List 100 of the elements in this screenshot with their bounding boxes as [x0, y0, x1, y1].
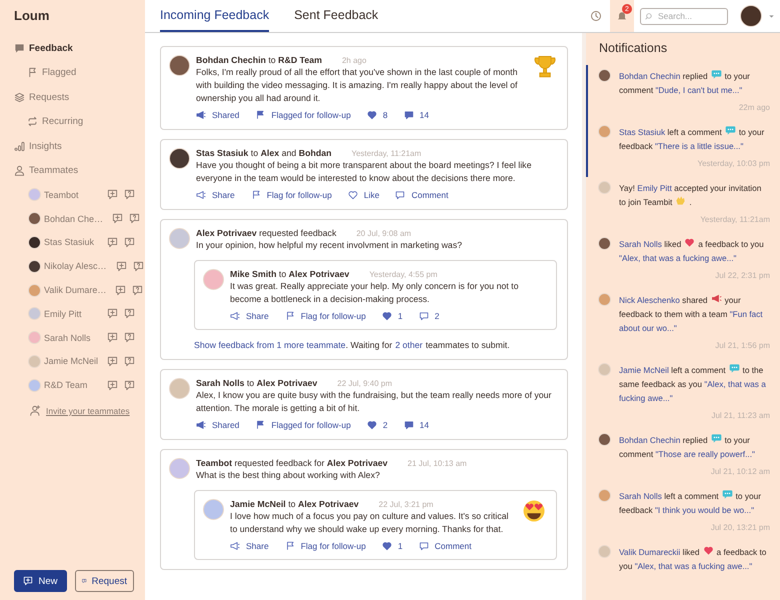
user-avatar[interactable]	[740, 5, 762, 27]
avatar	[203, 269, 224, 290]
feedback-text: What is the best thing about working with Alex?	[196, 469, 381, 482]
share-button[interactable]: Share	[230, 311, 269, 321]
search-icon	[645, 12, 654, 20]
feedback-header: Jamie McNeil to Alex Potrivaev	[230, 499, 359, 509]
tab[interactable]: Incoming Feedback	[160, 0, 270, 32]
feedback-text: I love how much of a focus you pay on culture and values. It's so critical to understand why we should wake up every morning. Thanks for that.	[230, 510, 510, 536]
add-person-icon	[30, 405, 41, 416]
like-button[interactable]: 2	[366, 420, 388, 430]
add-feedback-icon[interactable]	[107, 308, 118, 320]
new-button[interactable]: New	[14, 570, 67, 592]
request-feedback-icon[interactable]	[124, 380, 135, 391]
avatar	[28, 307, 41, 320]
avatar	[598, 181, 611, 194]
add-feedback-icon[interactable]	[115, 284, 126, 296]
share-button[interactable]: Shared	[196, 110, 240, 120]
share-button[interactable]: Share	[230, 541, 269, 551]
request-feedback-icon[interactable]	[124, 236, 135, 248]
comment-button[interactable]: Comment	[418, 541, 472, 551]
notification-item[interactable]: Bohdan Chechin replied to your comment "Those are really powerf..." Jul 21, 10:12 am	[586, 429, 780, 485]
megaphone-icon	[230, 541, 240, 551]
flag-button[interactable]: Flag for follow-up	[284, 311, 366, 321]
search-field[interactable]: Search...	[640, 8, 728, 24]
avatar	[169, 458, 190, 479]
flag-button[interactable]: Flag for follow-up	[284, 541, 366, 551]
timestamp: 22 Jul, 3:21 pm	[378, 500, 434, 509]
heart-icon	[348, 190, 358, 200]
notification-text: Bohdan Chechin replied to your comment "Dude, I can't but me..."	[619, 69, 751, 97]
teammate-name[interactable]: Bohdan Che…	[44, 214, 104, 224]
flag-icon	[27, 67, 38, 78]
timestamp: Yesterday, 10:03 pm	[696, 159, 770, 168]
avatar	[598, 545, 611, 558]
feedback-icon	[14, 42, 25, 54]
add-feedback-icon[interactable]	[116, 260, 127, 272]
like-button[interactable]: Like	[348, 190, 380, 200]
request-feedback-icon[interactable]	[124, 332, 135, 344]
share-button[interactable]: Share	[196, 190, 235, 200]
comment-button[interactable]: 2	[418, 311, 440, 321]
add-feedback-icon[interactable]	[112, 213, 124, 224]
notification-item[interactable]: Jamie McNeil left a comment to the same feedback as you "Alex, that was a fucking awe..." Jul 21, 11:23 am	[586, 359, 780, 429]
share-button[interactable]: Shared	[196, 420, 240, 430]
comment-button[interactable]: 14	[404, 420, 430, 430]
show-more-link[interactable]: 2 other	[395, 340, 423, 350]
feedback-header: Mike Smith to Alex Potrivaev	[230, 269, 350, 279]
clock-icon[interactable]	[590, 10, 602, 22]
speech-bubble-icon	[710, 69, 722, 80]
timestamp: Yesterday, 11:21am	[351, 149, 422, 158]
notification-item[interactable]: Sarah Nolls liked a feedback to you "Alex, that was a fucking awe..." Jul 22, 2:31 pm	[586, 233, 780, 289]
trophy-icon	[533, 55, 557, 79]
notification-item[interactable]: Bohdan Chechin replied to your comment "Dude, I can't but me..." 22m ago	[586, 65, 780, 121]
timestamp: Yesterday, 4:55 pm	[369, 270, 438, 279]
nav-item[interactable]: Feedback	[14, 36, 135, 60]
avatar	[598, 363, 611, 376]
feedback-text: Alex, I know you are quite busy with the fundraising, but the team really needs more of your attention. The morale is getting a bit of hit.	[196, 389, 552, 415]
flag-button[interactable]: Flagged for follow-up	[255, 110, 351, 120]
bar-chart-icon	[14, 140, 25, 152]
request-feedback-icon[interactable]	[124, 356, 136, 367]
request-button[interactable]: Request	[75, 570, 134, 592]
like-button[interactable]: 1	[382, 311, 403, 321]
flag-button[interactable]: Flagged for follow-up	[255, 420, 351, 430]
speech-bubble-icon	[404, 420, 414, 430]
notification-item[interactable]: Valik Dumareckii liked a feedback to you "Alex, that was a fucking awe..."	[586, 541, 780, 582]
request-feedback-icon[interactable]	[124, 189, 135, 200]
avatar	[598, 125, 611, 138]
add-feedback-icon[interactable]	[107, 356, 118, 367]
request-feedback-icon[interactable]	[132, 260, 144, 272]
add-feedback-icon[interactable]	[107, 189, 118, 200]
repeat-icon	[27, 116, 38, 128]
app-logo-text: Loum	[14, 8, 50, 23]
comment-button[interactable]: Comment	[395, 190, 448, 200]
notification-text: Yay! Emily Pitt accepted your invitation to join Teambit .	[619, 182, 762, 209]
speech-bubble-icon	[418, 311, 429, 321]
show-more-link[interactable]: Show feedback from 1 more teammate	[194, 340, 346, 350]
megaphone-icon	[196, 190, 206, 200]
avatar	[169, 378, 190, 399]
notification-item[interactable]: Nick Aleschenko shared your feedback to them with a team "Fun fact about our wo..." Jul 21, 1:56 pm	[586, 289, 780, 359]
tab[interactable]: Sent Feedback	[294, 0, 378, 32]
notification-item[interactable]: Yay! Emily Pitt accepted your invitation to join Teambit . Yesterday, 11:21am	[586, 177, 780, 233]
flag-button[interactable]: Flag for follow-up	[250, 190, 332, 200]
request-feedback-icon[interactable]	[124, 308, 135, 320]
add-feedback-icon[interactable]	[107, 332, 118, 344]
flag-icon	[284, 311, 295, 321]
feedback-header: Teambot requested feedback for Alex Potrivaev	[196, 458, 388, 468]
comment-button[interactable]: 14	[404, 110, 430, 120]
stack-icon	[14, 92, 25, 103]
timestamp: Jul 21, 10:12 am	[710, 467, 770, 476]
like-button[interactable]: 8	[366, 110, 388, 120]
like-button[interactable]: 1	[382, 541, 403, 551]
add-feedback-icon[interactable]	[107, 380, 118, 391]
timestamp: Jul 22, 2:31 pm	[714, 271, 770, 280]
request-feedback-icon[interactable]	[132, 284, 144, 296]
request-feedback-icon[interactable]	[129, 213, 140, 224]
notification-item[interactable]: Stas Stasiuk left a comment to your feedback "There is a little issue..." Yesterday, 10:03 pm	[586, 121, 780, 177]
notification-text: Stas Stasiuk left a comment to your feedback "There is a little issue..."	[619, 125, 766, 153]
add-feedback-icon[interactable]	[107, 236, 118, 248]
megaphone-icon	[196, 110, 206, 120]
avatar	[28, 378, 41, 392]
notification-item[interactable]: Sarah Nolls left a comment to your feedback "I think you would be wo..." Jul 20, 13:21 pm	[586, 485, 780, 541]
feedback-text: Have you thought of being a bit more transparent about the board meetings? I feel like everyone in the team would be interested to know about the decisions there more.	[196, 159, 532, 185]
